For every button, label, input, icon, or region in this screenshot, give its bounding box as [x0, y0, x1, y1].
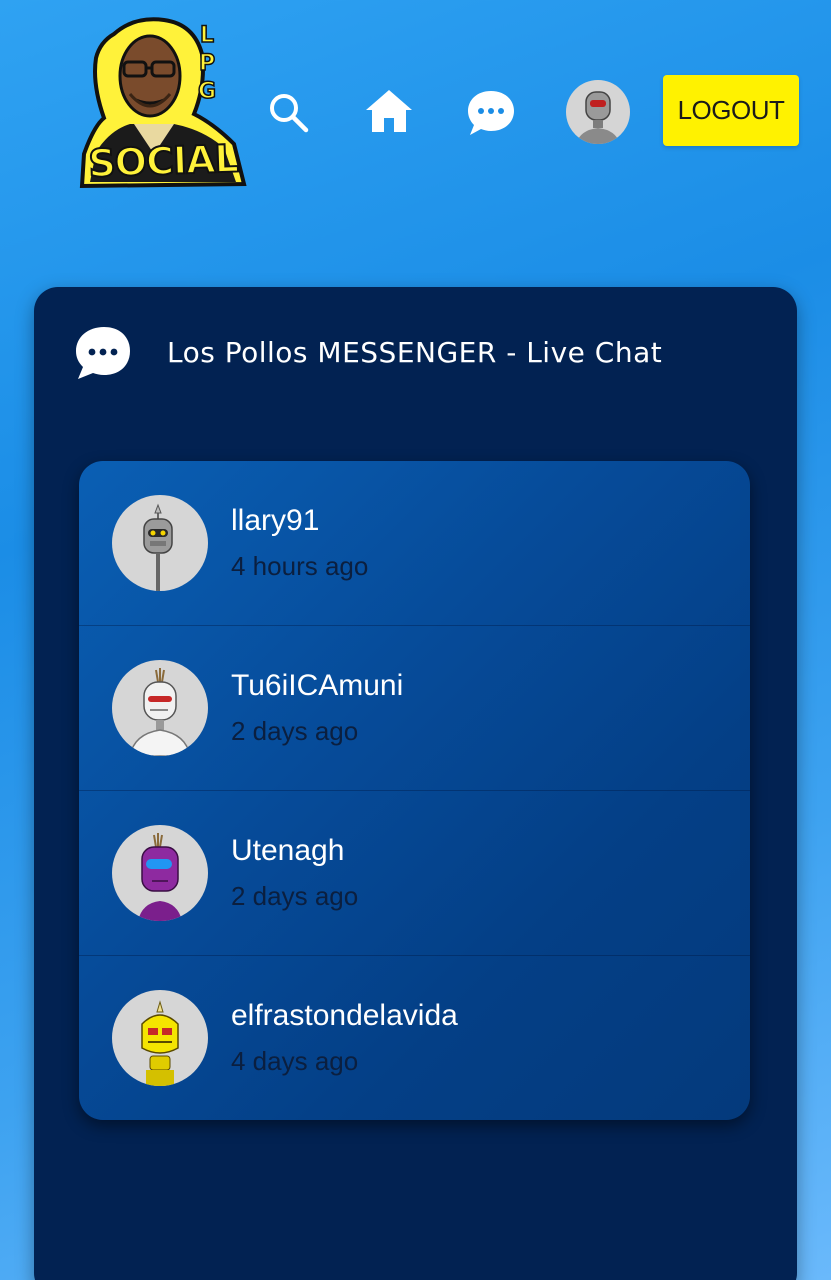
chat-username: llary91	[231, 504, 320, 537]
home-icon	[366, 90, 412, 132]
chat-timestamp: 2 days ago	[231, 716, 359, 746]
top-bar: L P G SOCIAL LOGOUT	[0, 0, 831, 230]
logo-letters: L P G	[196, 22, 218, 106]
chat-username: Utenagh	[231, 834, 345, 867]
logo-letter: G	[197, 78, 217, 105]
avatar	[112, 990, 208, 1086]
robot-avatar-icon	[576, 91, 620, 144]
purple-robot-avatar-icon	[138, 833, 182, 921]
avatar	[112, 495, 208, 591]
yellow-robot-avatar-icon	[141, 1000, 179, 1086]
chat-list-item[interactable]: Utenagh 2 days ago	[79, 791, 750, 956]
avatar	[112, 825, 208, 921]
chat-username: elfrastondelavida	[231, 999, 458, 1032]
page-title: Los Pollos MESSENGER - Live Chat	[167, 336, 663, 369]
search-icon	[270, 94, 309, 133]
chat-username: Tu6iICAmuni	[231, 669, 404, 702]
chat-list-item[interactable]: llary91 4 hours ago	[79, 461, 750, 626]
messages-button[interactable]	[464, 86, 518, 140]
chat-bubble-icon	[76, 327, 130, 379]
gray-robot-avatar-icon	[143, 503, 173, 591]
white-robot-avatar-icon	[129, 668, 191, 756]
logo-word: SOCIAL	[87, 135, 240, 186]
avatar	[112, 660, 208, 756]
chat-list: llary91 4 hours ago Tu6iICAmuni 2 days a…	[79, 461, 750, 1120]
home-button[interactable]	[362, 84, 416, 138]
logo-letter: L	[199, 22, 215, 49]
chat-timestamp: 4 days ago	[231, 1046, 359, 1076]
panel-chat-icon-wrap	[74, 325, 132, 381]
chat-timestamp: 2 days ago	[231, 881, 359, 911]
logout-button[interactable]: LOGOUT	[663, 75, 799, 146]
logo-letter: P	[198, 50, 216, 77]
chat-list-item[interactable]: Tu6iICAmuni 2 days ago	[79, 626, 750, 791]
chat-bubble-icon	[468, 91, 514, 135]
profile-avatar[interactable]	[566, 80, 630, 144]
chat-list-item[interactable]: elfrastondelavida 4 days ago	[79, 956, 750, 1120]
chat-timestamp: 4 hours ago	[231, 551, 369, 581]
search-button[interactable]	[262, 86, 314, 138]
messenger-panel: Los Pollos MESSENGER - Live Chat llary91…	[34, 287, 797, 1280]
